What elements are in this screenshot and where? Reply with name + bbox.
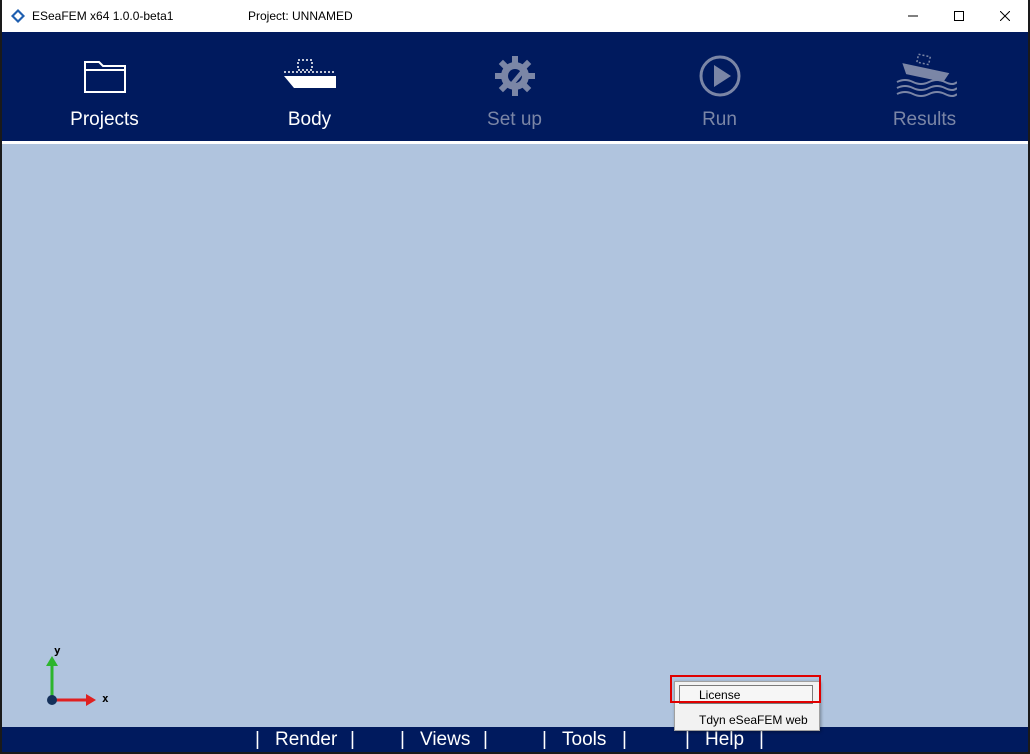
bottom-menu-bar: | Render | | Views | | Tools | | Help |: [2, 727, 1028, 752]
highlight-box: [670, 675, 821, 703]
tool-run-label: Run: [702, 109, 737, 130]
axes-indicator: y x: [42, 640, 122, 712]
app-title: ESeaFEM x64 1.0.0-beta1: [32, 9, 174, 23]
main-toolbar: Projects Body Set up Run Results: [2, 32, 1028, 141]
menu-help[interactable]: Help: [705, 729, 744, 751]
menu-separator: |: [400, 729, 405, 750]
folder-icon: [83, 61, 126, 93]
app-window: ESeaFEM x64 1.0.0-beta1 Project: UNNAMED…: [2, 0, 1028, 752]
gear-wrench-icon: [494, 56, 535, 96]
menu-separator: |: [255, 729, 260, 750]
tool-results[interactable]: Results: [822, 32, 1027, 141]
3d-viewport[interactable]: [2, 144, 1028, 727]
maximize-button[interactable]: [936, 0, 982, 32]
tool-projects-label: Projects: [70, 109, 139, 130]
menu-separator: |: [622, 729, 627, 750]
menu-separator: |: [685, 729, 690, 750]
menu-item-tdyn-web[interactable]: Tdyn eSeaFEM web: [675, 708, 819, 730]
axis-x-label: x: [102, 692, 109, 705]
tool-body[interactable]: Body: [207, 32, 412, 141]
project-title: Project: UNNAMED: [248, 9, 353, 23]
ship-icon: [283, 59, 336, 88]
menu-tools[interactable]: Tools: [562, 729, 606, 751]
tool-run[interactable]: Run: [617, 32, 822, 141]
tool-setup[interactable]: Set up: [412, 32, 617, 141]
menu-separator: |: [483, 729, 488, 750]
tool-body-label: Body: [287, 109, 332, 130]
maximize-icon: [954, 11, 964, 21]
menu-separator: |: [759, 729, 764, 750]
menu-render[interactable]: Render: [275, 729, 337, 751]
menu-views[interactable]: Views: [420, 729, 470, 751]
close-icon: [1000, 11, 1010, 21]
minimize-button[interactable]: [890, 0, 936, 32]
app-diamond-icon: [11, 9, 25, 23]
minimize-icon: [908, 15, 918, 17]
tool-results-label: Results: [892, 109, 957, 130]
menu-separator: |: [542, 729, 547, 750]
axes-triad-icon: y x: [46, 644, 109, 706]
menu-separator: |: [350, 729, 355, 750]
menu-item-tdyn-web-label: Tdyn eSeaFEM web: [699, 713, 808, 727]
axis-y-label: y: [54, 644, 61, 657]
tool-projects[interactable]: Projects: [2, 32, 207, 141]
tool-setup-label: Set up: [487, 109, 542, 130]
title-bar: ESeaFEM x64 1.0.0-beta1 Project: UNNAMED: [2, 0, 1028, 32]
play-icon: [699, 55, 740, 97]
ship-waves-icon: [896, 53, 957, 97]
close-button[interactable]: [982, 0, 1028, 32]
